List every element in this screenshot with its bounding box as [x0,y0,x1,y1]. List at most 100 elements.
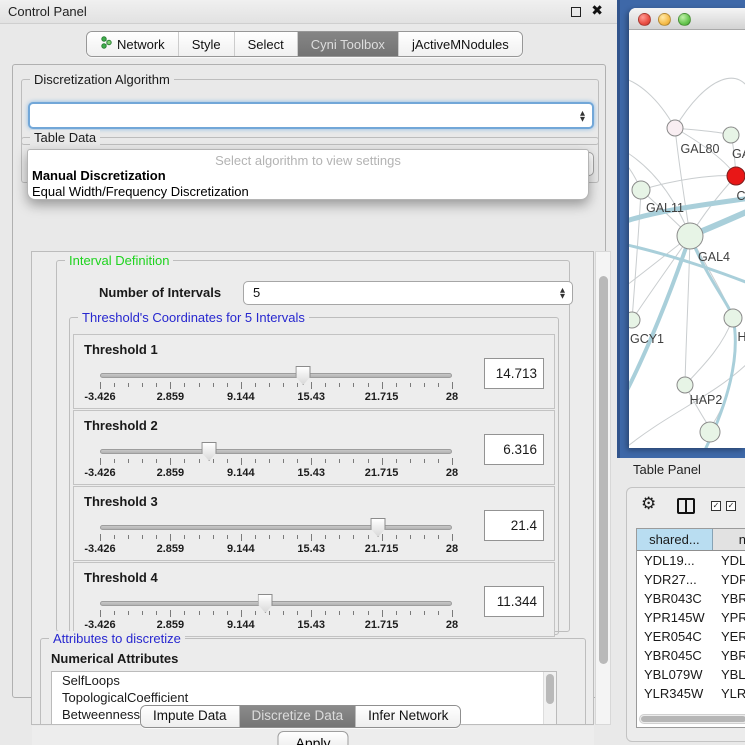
network-edge[interactable] [629,78,675,128]
slider-tick-label: 28 [446,391,458,403]
slider-tick [325,459,326,463]
zoom-window-icon[interactable] [678,13,691,26]
slider-track[interactable] [100,373,452,378]
slider-track[interactable] [100,601,452,606]
network-node-h[interactable] [724,309,742,327]
tab-style[interactable]: Style [178,32,234,56]
column-header-shared[interactable]: shared... [637,529,713,550]
close-window-icon[interactable] [638,13,651,26]
table-row[interactable]: YPR145WYPR1 [637,608,745,627]
list-scrollbar[interactable] [543,672,556,725]
tab-impute-data[interactable]: Impute Data [141,706,239,727]
table-row[interactable]: YBR045CYBR0 [637,646,745,665]
network-edge[interactable] [685,236,690,385]
threshold-slider[interactable]: -3.4262.8599.14415.4321.71528 [100,593,452,635]
cell-name: YBL0 [713,665,745,684]
table-row[interactable]: YBR043CYBR0 [637,589,745,608]
slider-tick [283,383,284,387]
float-panel-icon[interactable] [571,7,581,17]
tab-network[interactable]: Network [87,32,178,56]
number-of-intervals-spinner[interactable]: 5 ▲▼ [243,281,573,305]
cell-name: YBR0 [713,646,745,665]
network-node-ga[interactable] [723,127,739,143]
threshold-value-field[interactable]: 21.4 [484,510,544,541]
slider-tick [325,611,326,615]
close-panel-icon[interactable]: ✖ [591,3,603,19]
network-edge[interactable] [632,190,641,320]
tab-jactivemnodules[interactable]: jActiveMNodules [398,32,522,56]
checkbox-icon[interactable]: ✓ [711,501,721,511]
tab-cyni-toolbox[interactable]: Cyni Toolbox [297,32,398,56]
slider-thumb[interactable] [202,442,217,461]
slider-thumb[interactable] [258,594,273,613]
columns-icon[interactable] [677,498,695,514]
slider-track[interactable] [100,525,452,530]
threshold-value-field[interactable]: 11.344 [484,586,544,617]
slider-tick [368,535,369,539]
stepper-icon[interactable]: ▲▼ [560,287,565,299]
list-item[interactable]: SelfLoops [52,672,556,689]
numerical-attributes-label: Numerical Attributes [51,651,178,666]
table-row[interactable]: YBL079WYBL0 [637,665,745,684]
node-label: GCY1 [630,332,664,346]
interval-definition-group: Interval Definition Number of Intervals … [56,260,570,632]
dropdown-option[interactable]: Manual Discretization [29,168,587,183]
network-node-gal11[interactable] [632,181,650,199]
threshold-slider[interactable]: -3.4262.8599.14415.4321.71528 [100,441,452,483]
slider-tick [156,383,157,387]
scrollbar-thumb[interactable] [641,716,745,722]
cell-shared-name: YBR045C [637,646,713,665]
slider-tick [339,611,340,615]
network-edge[interactable] [675,78,745,128]
scrollbar-thumb[interactable] [599,276,608,664]
dropdown-option[interactable]: Equal Width/Frequency Discretization [29,184,587,199]
algorithm-combobox[interactable]: ▲▼ [28,102,594,129]
table-row[interactable]: YIL052CYIL0 [637,703,745,707]
stepper-icon[interactable]: ▲▼ [580,110,585,122]
slider-tick [255,383,256,387]
network-node[interactable] [700,422,720,442]
table-row[interactable]: YER054CYER0 [637,627,745,646]
tab-label: jActiveMNodules [412,37,509,52]
tab-discretize-data[interactable]: Discretize Data [239,706,356,727]
scrollbar-thumb[interactable] [546,674,554,704]
slider-tick-label: 21.715 [365,467,399,479]
panel-title: Control Panel [8,4,87,19]
apply-button[interactable]: Apply [277,731,348,745]
threshold-value-field[interactable]: 14.713 [484,358,544,389]
panel-vertical-scrollbar[interactable] [595,251,611,725]
control-panel: Control Panel ✖ NetworkStyleSelectCyni T… [0,0,617,745]
threshold-value-field[interactable]: 6.316 [484,434,544,465]
network-edge[interactable] [690,236,733,318]
network-edge[interactable] [685,318,733,385]
minimize-window-icon[interactable] [658,13,671,26]
list-item[interactable]: TopologicalCoefficient [52,689,556,706]
threshold-slider[interactable]: -3.4262.8599.14415.4321.71528 [100,517,452,559]
slider-tick [325,383,326,387]
network-node-gal80[interactable] [667,120,683,136]
table-row[interactable]: YLR345WYLR3 [637,684,745,703]
network-edge[interactable] [629,360,745,448]
column-header-name[interactable]: na [713,529,745,550]
table-horizontal-scrollbar[interactable] [639,714,745,724]
network-node-gal4[interactable] [677,223,703,249]
network-node-hap2[interactable] [677,377,693,393]
table-row[interactable]: YDL19...YDL1 [637,551,745,570]
gear-icon[interactable]: ⚙ [641,494,656,514]
table-row[interactable]: YDR27...YDR2 [637,570,745,589]
threshold-slider[interactable]: -3.4262.8599.14415.4321.71528 [100,365,452,407]
slider-track[interactable] [100,449,452,454]
slider-tick [396,535,397,539]
apply-row: Apply [32,726,594,745]
checkbox-icon[interactable]: ✓ [726,501,736,511]
slider-tick [227,535,228,539]
slider-tick [410,611,411,615]
network-canvas[interactable]: GAL80GACGAL11GAL4GCY1HHAP2 [629,30,745,448]
slider-tick-label: 2.859 [157,467,185,479]
network-node-c[interactable] [727,167,745,185]
slider-tick-label: 9.144 [227,391,255,403]
slider-thumb[interactable] [371,518,386,537]
tab-select[interactable]: Select [234,32,297,56]
tab-infer-network[interactable]: Infer Network [355,706,460,727]
network-node-gcy1[interactable] [629,312,640,328]
